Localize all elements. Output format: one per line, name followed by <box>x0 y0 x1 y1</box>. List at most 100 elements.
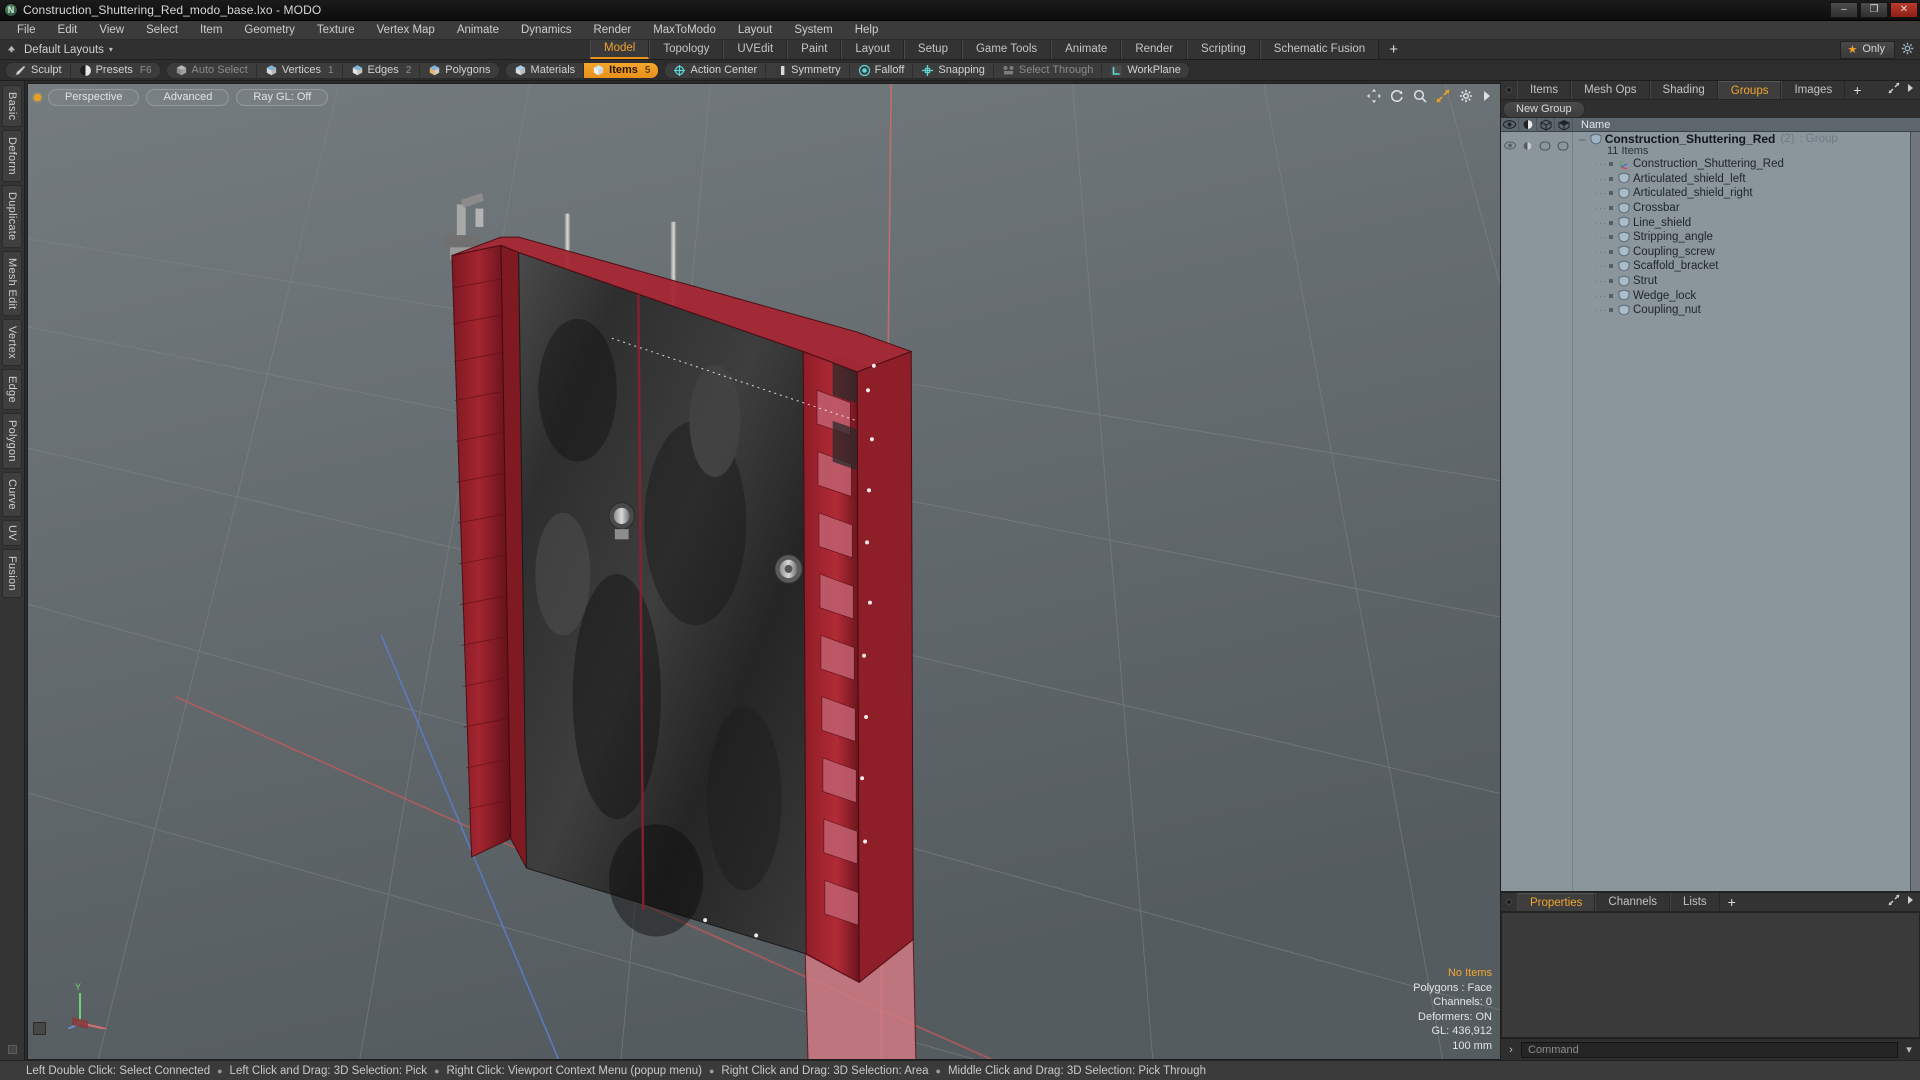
viewport-gear-icon[interactable] <box>1459 89 1473 103</box>
layout-tab-setup[interactable]: Setup <box>903 40 962 59</box>
list-item[interactable]: ··· Coupling_screw <box>1573 245 1920 260</box>
symmetry-button[interactable]: Symmetry <box>766 62 850 78</box>
panel-tab-channels[interactable]: Channels <box>1595 893 1671 911</box>
panel-tab-mesh-ops[interactable]: Mesh Ops <box>1571 81 1650 99</box>
layout-tab-model[interactable]: Model <box>590 40 650 59</box>
action-center-button[interactable]: Action Center <box>665 62 767 78</box>
layout-tab-scripting[interactable]: Scripting <box>1187 40 1260 59</box>
viewport-corner-handle[interactable] <box>33 1022 46 1035</box>
column-shaded-cube-icon[interactable] <box>1555 118 1573 131</box>
layout-tab-game-tools[interactable]: Game Tools <box>961 40 1052 59</box>
column-visible-icon[interactable] <box>1501 118 1519 131</box>
close-button[interactable]: ✕ <box>1890 2 1918 18</box>
layout-tab-render[interactable]: Render <box>1121 40 1188 59</box>
presets-button[interactable]: Presets F6 <box>71 63 160 78</box>
list-item[interactable]: ··· Construction_Shuttering_Red <box>1573 157 1920 172</box>
panel-tab-properties[interactable]: Properties <box>1517 893 1596 911</box>
panel-tab-groups[interactable]: Groups <box>1717 81 1782 99</box>
column-wireframe-cube-icon[interactable] <box>1537 118 1555 131</box>
items-button[interactable]: Items 5 <box>584 62 659 78</box>
tool-tab-polygon[interactable]: Polygon <box>2 413 22 470</box>
panel-maximize-icon[interactable] <box>1888 81 1900 99</box>
tool-tab-vertex[interactable]: Vertex <box>2 319 22 367</box>
workplane-button[interactable]: WorkPlane <box>1102 63 1189 78</box>
default-layouts-label[interactable]: Default Layouts <box>24 44 104 56</box>
group-list-body[interactable]: – Construction_Shuttering_Red (2) : Grou… <box>1501 132 1920 891</box>
list-item[interactable]: ··· Wedge_lock <box>1573 288 1920 303</box>
panel-tab-images[interactable]: Images <box>1781 81 1846 99</box>
menu-render[interactable]: Render <box>582 21 642 40</box>
list-item[interactable]: ··· Crossbar <box>1573 201 1920 216</box>
command-history-icon[interactable]: ▾ <box>1902 1043 1916 1056</box>
list-item[interactable]: ··· Scaffold_bracket <box>1573 259 1920 274</box>
viewport-indicator-dot[interactable] <box>34 94 41 101</box>
tool-panel-resize-handle[interactable] <box>7 1045 17 1054</box>
panel-menu-arrow-icon[interactable] <box>1906 81 1915 99</box>
group-list-scrollbar[interactable] <box>1910 132 1920 891</box>
panel-tab-lists[interactable]: Lists <box>1670 893 1720 911</box>
list-item[interactable]: ··· Coupling_nut <box>1573 303 1920 318</box>
tool-tab-basic[interactable]: Basic <box>2 85 22 128</box>
move-icon[interactable] <box>1367 89 1381 103</box>
group-row[interactable]: – Construction_Shuttering_Red (2) : Grou… <box>1573 132 1920 146</box>
collapse-triangle-icon[interactable] <box>4 43 18 57</box>
layout-tab-animate[interactable]: Animate <box>1051 40 1122 59</box>
add-panel-tab-button[interactable]: + <box>1845 81 1869 99</box>
panel-tab-shading[interactable]: Shading <box>1649 81 1718 99</box>
layout-tab-schematic-fusion[interactable]: Schematic Fusion <box>1259 40 1380 59</box>
tool-tab-mesh-edit[interactable]: Mesh Edit <box>2 250 22 317</box>
gear-icon[interactable] <box>1901 42 1914 58</box>
tool-tab-edge[interactable]: Edge <box>2 369 22 411</box>
expand-collapse-icon[interactable]: – <box>1579 132 1586 146</box>
falloff-button[interactable]: Falloff <box>850 62 914 78</box>
tool-tab-fusion[interactable]: Fusion <box>2 548 22 598</box>
select-through-button[interactable]: Select Through <box>994 62 1103 78</box>
add-layout-tab-button[interactable]: + <box>1379 40 1408 59</box>
row-visible-toggle[interactable] <box>1501 141 1519 150</box>
sculpt-button[interactable]: Sculpt <box>6 62 71 78</box>
menu-vertex-map[interactable]: Vertex Map <box>366 21 446 40</box>
tool-tab-curve[interactable]: Curve <box>2 472 22 518</box>
layout-tab-layout[interactable]: Layout <box>841 40 904 59</box>
panel-grip-icon[interactable] <box>1501 81 1517 99</box>
maximize-button[interactable]: ❐ <box>1860 2 1888 18</box>
menu-help[interactable]: Help <box>844 21 890 40</box>
command-input[interactable]: Command <box>1521 1041 1898 1058</box>
list-item[interactable]: ··· Articulated_shield_left <box>1573 172 1920 187</box>
menu-view[interactable]: View <box>88 21 135 40</box>
panel-maximize-icon[interactable] <box>1888 893 1900 911</box>
row-wireframe-toggle[interactable] <box>1537 140 1555 151</box>
rotate-icon[interactable] <box>1390 89 1404 103</box>
list-item[interactable]: ··· Articulated_shield_right <box>1573 186 1920 201</box>
add-properties-tab-button[interactable]: + <box>1720 893 1744 911</box>
column-shading-sphere-icon[interactable] <box>1519 118 1537 131</box>
menu-edit[interactable]: Edit <box>47 21 89 40</box>
viewport-arrow-icon[interactable] <box>1482 89 1492 103</box>
only-toggle-button[interactable]: ★ Only <box>1839 40 1895 59</box>
chevron-down-icon[interactable]: ▾ <box>109 45 113 54</box>
viewport-shading-mode[interactable]: Advanced <box>146 89 230 106</box>
row-shading-toggle[interactable] <box>1519 141 1537 151</box>
layout-tab-paint[interactable]: Paint <box>787 40 842 59</box>
menu-dynamics[interactable]: Dynamics <box>510 21 582 40</box>
layout-tab-uvedit[interactable]: UVEdit <box>723 40 788 59</box>
row-shaded-toggle[interactable] <box>1554 140 1572 151</box>
fit-expand-icon[interactable] <box>1436 89 1450 103</box>
polygons-button[interactable]: Polygons <box>420 63 498 78</box>
panel-menu-arrow-icon[interactable] <box>1906 893 1915 911</box>
viewport-view-mode[interactable]: Perspective <box>48 89 140 106</box>
new-group-button[interactable]: New Group <box>1503 100 1585 118</box>
menu-geometry[interactable]: Geometry <box>233 21 306 40</box>
model-construction-shuttering-red[interactable] <box>28 84 1500 1059</box>
menu-file[interactable]: File <box>6 21 47 40</box>
vertices-button[interactable]: Vertices 1 <box>257 62 343 78</box>
viewport-raygl-toggle[interactable]: Ray GL: Off <box>236 89 329 106</box>
snapping-button[interactable]: Snapping <box>913 62 994 78</box>
list-item[interactable]: ··· Stripping_angle <box>1573 230 1920 245</box>
command-expand-icon[interactable]: › <box>1505 1044 1517 1056</box>
list-item[interactable]: ··· Strut <box>1573 274 1920 289</box>
zoom-magnifier-icon[interactable] <box>1413 89 1427 103</box>
list-item[interactable]: ··· Line_shield <box>1573 215 1920 230</box>
panel-tab-items[interactable]: Items <box>1517 81 1572 99</box>
edges-button[interactable]: Edges 2 <box>343 62 421 78</box>
